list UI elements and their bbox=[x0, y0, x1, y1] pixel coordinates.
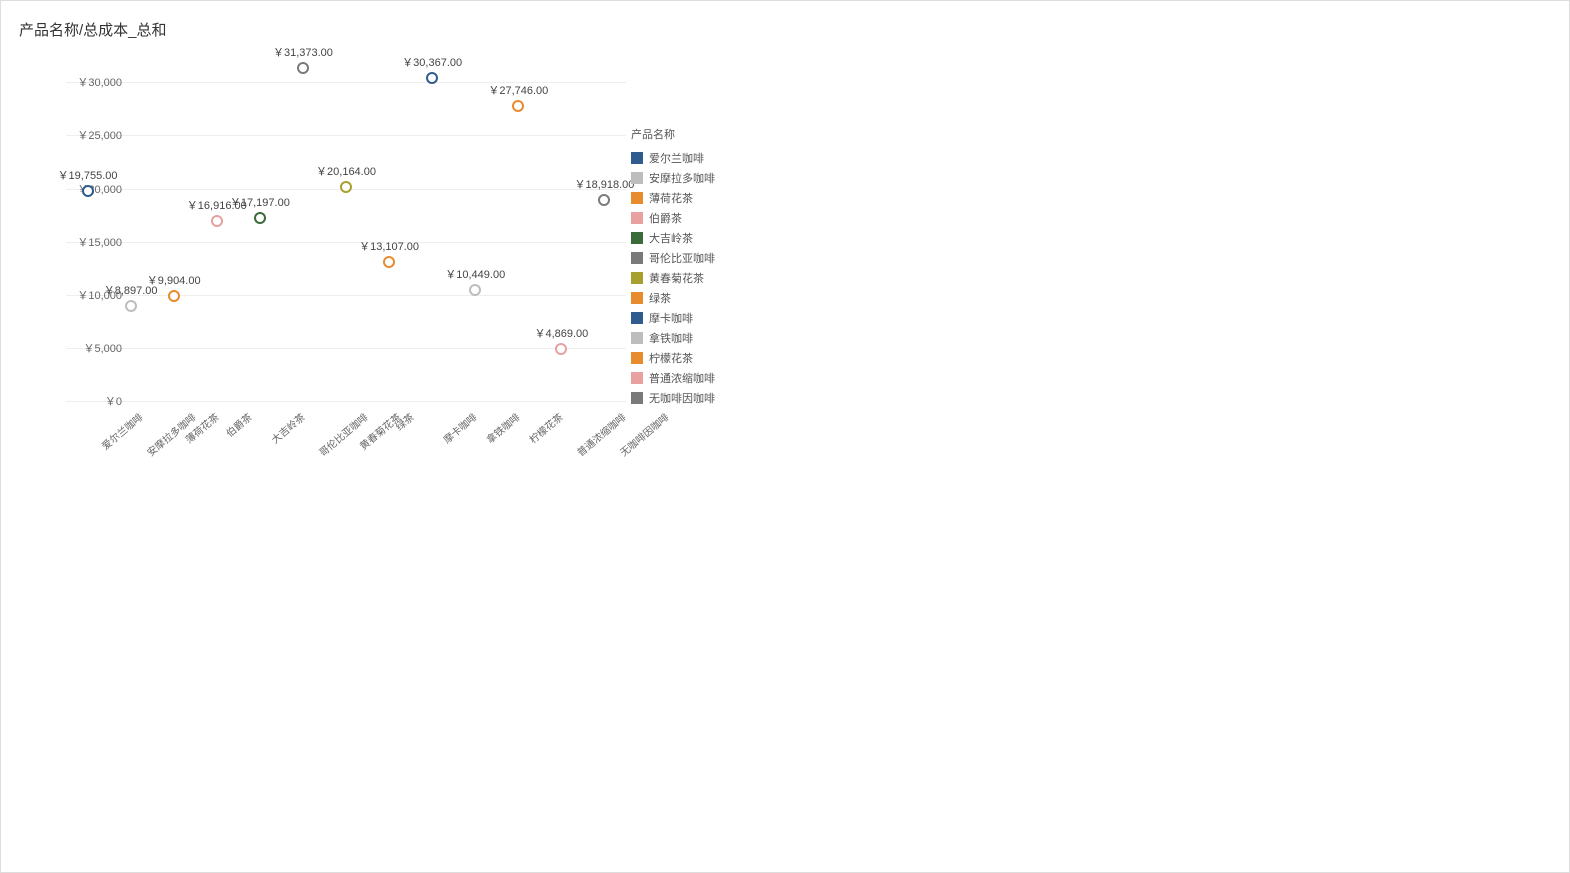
legend-swatch bbox=[631, 152, 643, 164]
data-point[interactable] bbox=[82, 185, 94, 197]
data-point[interactable] bbox=[340, 181, 352, 193]
legend-item[interactable]: 普通浓缩咖啡 bbox=[631, 368, 715, 388]
data-point[interactable] bbox=[426, 72, 438, 84]
data-label: ￥10,449.00 bbox=[445, 266, 505, 282]
legend-label: 大吉岭茶 bbox=[649, 230, 693, 246]
legend-item[interactable]: 柠檬花茶 bbox=[631, 348, 715, 368]
y-tick: ￥30,000 bbox=[66, 74, 122, 90]
data-point[interactable] bbox=[469, 284, 481, 296]
x-tick: 摩卡咖啡 bbox=[439, 409, 479, 446]
legend-item[interactable]: 安摩拉多咖啡 bbox=[631, 168, 715, 188]
data-point[interactable] bbox=[125, 300, 137, 312]
legend-item[interactable]: 无咖啡因咖啡 bbox=[631, 388, 715, 408]
legend-label: 绿茶 bbox=[649, 290, 671, 306]
x-axis: 爱尔兰咖啡安摩拉多咖啡薄荷花茶伯爵茶大吉岭茶哥伦比亚咖啡黄春菊花茶绿茶摩卡咖啡拿… bbox=[66, 401, 626, 461]
legend-swatch bbox=[631, 232, 643, 244]
x-tick: 伯爵茶 bbox=[222, 409, 255, 440]
chart-container: 产品名称/总成本_总和 ￥0￥5,000￥10,000￥15,000￥20,00… bbox=[1, 11, 761, 461]
legend-label: 伯爵茶 bbox=[649, 210, 682, 226]
legend-swatch bbox=[631, 292, 643, 304]
legend-swatch bbox=[631, 272, 643, 284]
data-label: ￥18,918.00 bbox=[574, 176, 634, 192]
y-axis: ￥0￥5,000￥10,000￥15,000￥20,000￥25,000￥30,… bbox=[66, 61, 126, 401]
data-point[interactable] bbox=[297, 62, 309, 74]
legend-items: 爱尔兰咖啡安摩拉多咖啡薄荷花茶伯爵茶大吉岭茶哥伦比亚咖啡黄春菊花茶绿茶摩卡咖啡拿… bbox=[631, 148, 715, 408]
data-point[interactable] bbox=[598, 194, 610, 206]
data-label: ￥13,107.00 bbox=[359, 238, 419, 254]
data-label: ￥27,746.00 bbox=[488, 82, 548, 98]
data-point[interactable] bbox=[211, 215, 223, 227]
y-tick: ￥5,000 bbox=[66, 340, 122, 356]
legend-label: 哥伦比亚咖啡 bbox=[649, 250, 715, 266]
data-point[interactable] bbox=[168, 290, 180, 302]
legend-swatch bbox=[631, 252, 643, 264]
data-label: ￥9,904.00 bbox=[147, 272, 201, 288]
x-tick: 拿铁咖啡 bbox=[483, 409, 523, 446]
chart-title: 产品名称/总成本_总和 bbox=[1, 11, 761, 52]
legend-label: 薄荷花茶 bbox=[649, 190, 693, 206]
legend-label: 黄春菊花茶 bbox=[649, 270, 704, 286]
data-label: ￥30,367.00 bbox=[402, 54, 462, 70]
data-point[interactable] bbox=[254, 212, 266, 224]
legend-item[interactable]: 哥伦比亚咖啡 bbox=[631, 248, 715, 268]
legend-swatch bbox=[631, 332, 643, 344]
legend-label: 拿铁咖啡 bbox=[649, 330, 693, 346]
data-label: ￥17,197.00 bbox=[230, 194, 290, 210]
legend-label: 安摩拉多咖啡 bbox=[649, 170, 715, 186]
data-point[interactable] bbox=[555, 343, 567, 355]
data-label: ￥20,164.00 bbox=[316, 163, 376, 179]
legend-item[interactable]: 摩卡咖啡 bbox=[631, 308, 715, 328]
data-label: ￥19,755.00 bbox=[58, 167, 118, 183]
legend-item[interactable]: 伯爵茶 bbox=[631, 208, 715, 228]
legend-item[interactable]: 绿茶 bbox=[631, 288, 715, 308]
legend-item[interactable]: 拿铁咖啡 bbox=[631, 328, 715, 348]
y-tick: ￥15,000 bbox=[66, 234, 122, 250]
legend-swatch bbox=[631, 312, 643, 324]
x-tick: 大吉岭茶 bbox=[267, 409, 307, 446]
x-tick: 爱尔兰咖啡 bbox=[97, 409, 145, 453]
legend-label: 摩卡咖啡 bbox=[649, 310, 693, 326]
legend-item[interactable]: 爱尔兰咖啡 bbox=[631, 148, 715, 168]
data-point[interactable] bbox=[512, 100, 524, 112]
legend-label: 柠檬花茶 bbox=[649, 350, 693, 366]
legend-item[interactable]: 黄春菊花茶 bbox=[631, 268, 715, 288]
legend-swatch bbox=[631, 212, 643, 224]
x-tick: 柠檬花茶 bbox=[526, 409, 566, 446]
legend-item[interactable]: 大吉岭茶 bbox=[631, 228, 715, 248]
legend-item[interactable]: 薄荷花茶 bbox=[631, 188, 715, 208]
data-point[interactable] bbox=[383, 256, 395, 268]
plot-area: ￥0￥5,000￥10,000￥15,000￥20,000￥25,000￥30,… bbox=[66, 61, 626, 401]
legend-swatch bbox=[631, 172, 643, 184]
legend-swatch bbox=[631, 192, 643, 204]
legend-swatch bbox=[631, 372, 643, 384]
legend-label: 爱尔兰咖啡 bbox=[649, 150, 704, 166]
legend-swatch bbox=[631, 352, 643, 364]
legend-label: 普通浓缩咖啡 bbox=[649, 370, 715, 386]
data-label: ￥31,373.00 bbox=[273, 44, 333, 60]
legend-title: 产品名称 bbox=[631, 126, 715, 142]
legend-swatch bbox=[631, 392, 643, 404]
legend-label: 无咖啡因咖啡 bbox=[649, 390, 715, 406]
y-tick: ￥25,000 bbox=[66, 127, 122, 143]
data-label: ￥4,869.00 bbox=[534, 325, 588, 341]
legend: 产品名称 爱尔兰咖啡安摩拉多咖啡薄荷花茶伯爵茶大吉岭茶哥伦比亚咖啡黄春菊花茶绿茶… bbox=[631, 126, 715, 408]
